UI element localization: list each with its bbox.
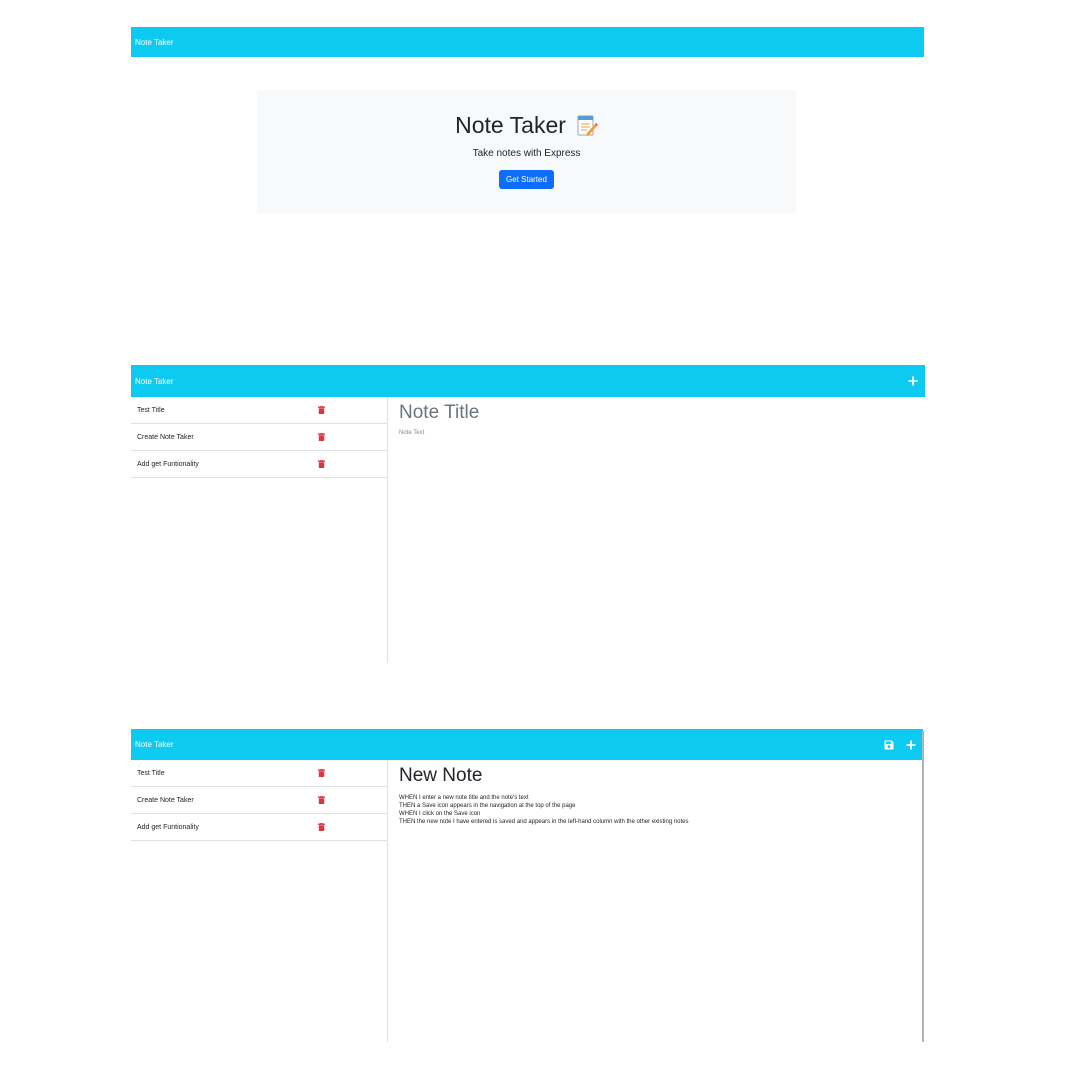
list-item[interactable]: Create Note Taker — [131, 787, 387, 814]
note-list-title: Create Note Taker — [137, 796, 194, 804]
landing-navbar: Note Taker — [131, 27, 924, 57]
trash-icon[interactable] — [318, 769, 325, 777]
note-text-input[interactable]: Note Text — [399, 430, 915, 436]
note-text-line: WHEN I click on the Save icon — [399, 811, 481, 817]
note-list: Test Title Create Note Taker Add get Fun… — [131, 397, 388, 663]
notes-screen: Test Title Create Note Taker Add get Fun… — [131, 397, 925, 663]
navbar-brand[interactable]: Note Taker — [135, 38, 174, 47]
trash-icon[interactable] — [318, 406, 325, 414]
plus-icon[interactable] — [908, 376, 918, 386]
navbar-brand[interactable]: Note Taker — [135, 377, 174, 386]
note-title-input[interactable]: New Note — [399, 765, 915, 787]
note-list: Test Title Create Note Taker Add get Fun… — [131, 760, 388, 1042]
navbar-brand[interactable]: Note Taker — [135, 740, 174, 749]
note-title-input[interactable]: Note Title — [399, 402, 915, 424]
note-text-input[interactable]: WHEN I enter a new note title and the no… — [399, 794, 915, 826]
note-text-line: WHEN I enter a new note title and the no… — [399, 795, 529, 801]
note-list-title: Create Note Taker — [137, 433, 194, 441]
get-started-button[interactable]: Get Started — [499, 170, 554, 189]
note-list-title: Test Title — [137, 769, 165, 777]
list-item[interactable]: Add get Funtionality — [131, 814, 387, 841]
landing-title-row: Note Taker — [257, 112, 796, 139]
note-editor: New Note WHEN I enter a new note title a… — [399, 765, 915, 826]
note-editor: Note Title Note Text — [399, 402, 915, 436]
note-text-line: THEN the new note I have entered is save… — [399, 819, 689, 825]
list-item[interactable]: Test Title — [131, 397, 387, 424]
trash-icon[interactable] — [318, 433, 325, 441]
landing-title: Note Taker — [455, 112, 566, 138]
list-item[interactable]: Test Title — [131, 760, 387, 787]
nav-actions — [908, 376, 921, 386]
note-list-title: Add get Funtionality — [137, 823, 199, 831]
landing-jumbotron: Note Taker Take notes with Express Get S… — [257, 90, 796, 213]
notes-navbar: Note Taker — [131, 365, 925, 397]
new-note-screen: Test Title Create Note Taker Add get Fun… — [131, 760, 925, 1042]
notepad-pencil-icon — [576, 114, 598, 138]
trash-icon[interactable] — [318, 823, 325, 831]
nav-actions — [884, 740, 919, 750]
plus-icon[interactable] — [906, 740, 916, 750]
note-list-title: Test Title — [137, 406, 165, 414]
note-text-line: THEN a Save icon appears in the navigati… — [399, 803, 576, 809]
floppy-disk-icon[interactable] — [884, 740, 894, 750]
new-note-navbar: Note Taker — [131, 729, 923, 760]
trash-icon[interactable] — [318, 796, 325, 804]
list-item[interactable]: Add get Funtionality — [131, 451, 387, 478]
trash-icon[interactable] — [318, 460, 325, 468]
landing-lead: Take notes with Express — [472, 148, 581, 159]
list-item[interactable]: Create Note Taker — [131, 424, 387, 451]
note-list-title: Add get Funtionality — [137, 460, 199, 468]
